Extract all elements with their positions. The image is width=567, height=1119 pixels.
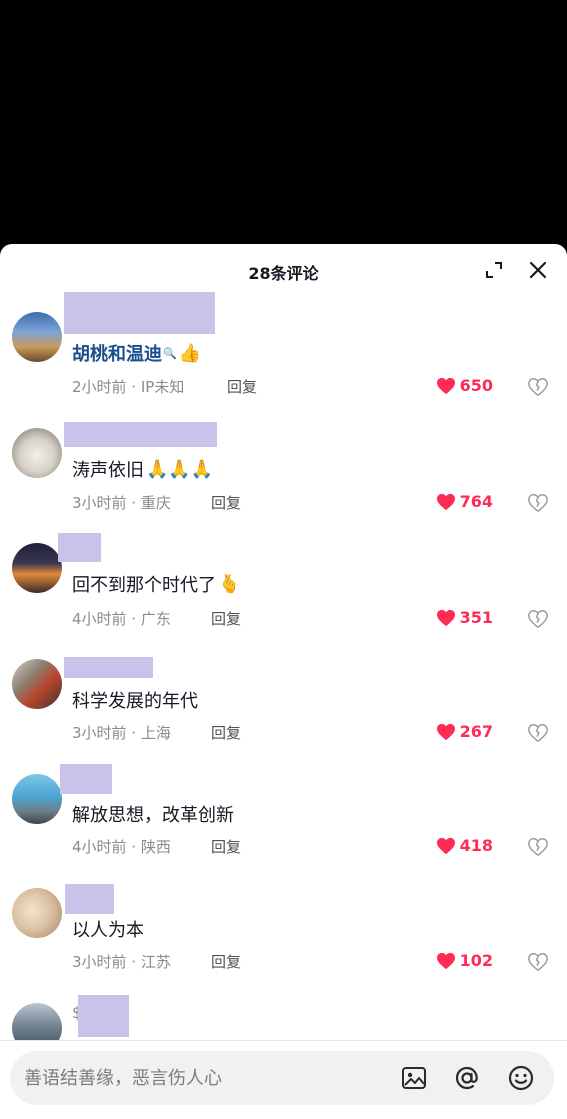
comment-item: 涛声依旧 🙏🙏🙏 3小时前 · 重庆 回复 764 <box>0 422 567 537</box>
comment-meta: 3小时前 · 重庆 <box>72 494 171 512</box>
broken-heart-icon[interactable] <box>527 608 549 630</box>
comment-text[interactable]: 解放思想，改革创新 <box>72 801 234 827</box>
reply-button[interactable]: 回复 <box>211 951 241 972</box>
heart-icon <box>436 837 455 854</box>
like-count: 650 <box>459 376 493 395</box>
image-icon[interactable] <box>400 1064 428 1092</box>
username-redacted <box>64 657 153 678</box>
comment-input-bar <box>0 1040 567 1119</box>
reply-button[interactable]: 回复 <box>211 492 241 513</box>
like-button[interactable]: 650 <box>436 376 493 395</box>
comment-text[interactable]: 涛声依旧 🙏🙏🙏 <box>72 456 213 482</box>
search-icon: 🔍 <box>163 346 177 360</box>
expand-icon <box>486 262 502 278</box>
sheet-header: 28条评论 <box>0 244 567 298</box>
broken-heart-icon[interactable] <box>527 492 549 514</box>
avatar[interactable] <box>12 659 62 709</box>
comment-text-label: 涛声依旧 <box>72 460 144 481</box>
like-button[interactable]: 764 <box>436 492 493 511</box>
comment-item: 科学发展的年代 3小时前 · 上海 回复 267 <box>0 657 567 772</box>
like-count: 102 <box>459 951 493 970</box>
reply-button[interactable]: 回复 <box>211 608 241 629</box>
heart-icon <box>436 723 455 740</box>
avatar[interactable] <box>12 312 62 362</box>
comment-meta: 4小时前 · 陕西 <box>72 838 171 856</box>
heart-icon <box>436 493 455 510</box>
heart-icon <box>436 952 455 969</box>
comment-meta: 4小时前 · 广东 <box>72 610 171 628</box>
like-count: 267 <box>459 722 493 741</box>
avatar[interactable] <box>12 774 62 824</box>
reply-button[interactable]: 回复 <box>211 722 241 743</box>
comment-text[interactable]: 科学发展的年代 <box>72 687 198 713</box>
like-button[interactable]: 418 <box>436 836 493 855</box>
broken-heart-icon[interactable] <box>527 951 549 973</box>
comment-input[interactable] <box>24 1051 384 1105</box>
username-redacted <box>78 995 129 1037</box>
username-redacted <box>65 884 114 914</box>
reply-button[interactable]: 回复 <box>211 836 241 857</box>
comment-item: 解放思想，改革创新 4小时前 · 陕西 回复 418 <box>0 764 567 879</box>
comment-text[interactable]: 回不到那个时代了 🫰 <box>72 571 240 597</box>
broken-heart-icon[interactable] <box>527 836 549 858</box>
avatar[interactable] <box>12 1003 62 1040</box>
broken-heart-icon[interactable] <box>527 722 549 744</box>
finger-heart-emoji: 🫰 <box>218 573 241 595</box>
username-redacted <box>64 292 215 334</box>
comment-item: 回不到那个时代了 🫰 4小时前 · 广东 回复 351 <box>0 533 567 648</box>
comment-text[interactable]: 胡桃和温迪 🔍 👍 <box>72 340 201 366</box>
comment-text-label: 以人为本 <box>72 920 144 941</box>
comment-item: $ <box>0 995 567 1040</box>
comment-input-container <box>10 1051 554 1105</box>
like-button[interactable]: 351 <box>436 608 493 627</box>
comment-meta: 3小时前 · 江苏 <box>72 953 171 971</box>
avatar[interactable] <box>12 428 62 478</box>
comment-text-label: 回不到那个时代了 <box>72 575 216 596</box>
comment-text-label: 科学发展的年代 <box>72 691 198 712</box>
comment-meta: 3小时前 · 上海 <box>72 724 171 742</box>
close-icon <box>529 261 547 279</box>
pray-emoji: 🙏🙏🙏 <box>146 458 214 480</box>
comment-text-label: 解放思想，改革创新 <box>72 805 234 826</box>
avatar[interactable] <box>12 543 62 593</box>
heart-icon <box>436 377 455 394</box>
like-button[interactable]: 102 <box>436 951 493 970</box>
at-icon[interactable] <box>453 1064 481 1092</box>
avatar[interactable] <box>12 888 62 938</box>
comment-item: 以人为本 3小时前 · 江苏 回复 102 <box>0 884 567 999</box>
like-count: 764 <box>459 492 493 511</box>
username-redacted <box>58 533 101 562</box>
emoji-icon[interactable] <box>507 1064 535 1092</box>
username-redacted <box>64 422 217 447</box>
video-area[interactable] <box>0 0 567 244</box>
like-count: 418 <box>459 836 493 855</box>
close-button[interactable] <box>526 258 550 282</box>
comment-text[interactable]: 以人为本 <box>72 916 144 942</box>
username-redacted <box>60 764 112 794</box>
comment-text-label: 胡桃和温迪 <box>72 344 162 365</box>
broken-heart-icon[interactable] <box>527 376 549 398</box>
thumbs-up-emoji: 👍 <box>178 342 202 364</box>
heart-icon <box>436 609 455 626</box>
like-button[interactable]: 267 <box>436 722 493 741</box>
like-count: 351 <box>459 608 493 627</box>
comment-meta: 2小时前 · IP未知 <box>72 378 185 396</box>
expand-button[interactable] <box>482 258 506 282</box>
comment-item: 胡桃和温迪 🔍 👍 2小时前 · IP未知 回复 650 <box>0 292 567 407</box>
reply-button[interactable]: 回复 <box>227 376 257 397</box>
